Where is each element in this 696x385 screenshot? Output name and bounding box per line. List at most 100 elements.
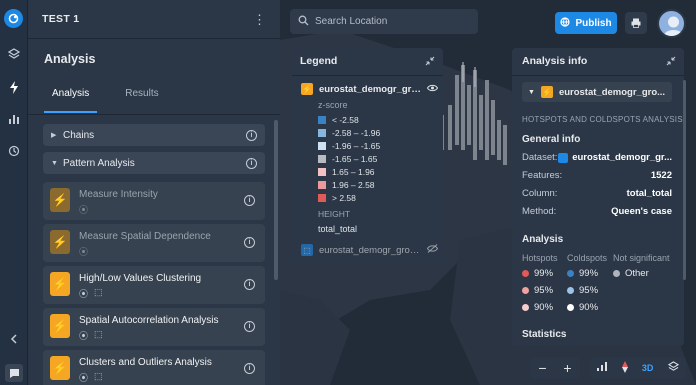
more-menu-icon[interactable]: ⋮ [253,13,266,26]
dataset-icon [558,152,569,163]
point-icon: ⦿ [79,331,89,341]
legend-swatch [318,142,326,150]
hotspot-level: 95% [522,285,553,296]
coldspot-level: 95% [567,285,598,296]
info-divider [512,75,684,76]
eye-icon[interactable] [426,84,439,95]
coldspot-level: 90% [567,302,598,313]
zoom-out-button[interactable]: − [538,360,546,376]
info-scrollbar[interactable] [683,80,686,280]
bolt-icon: ⚡ [50,230,70,254]
polygon-icon: ⬚ [94,329,103,339]
analysis-card-measure-intensity[interactable]: ⚡ Measure Intensity ⦿ i [43,182,265,220]
legend-item-label: < -2.58 [332,115,359,125]
bolt-icon: ⚡ [50,314,70,338]
analysis-bolt-icon[interactable] [6,79,22,95]
legend-item: -1.65 – 1.65 [318,154,377,164]
analysis-title: Measure Intensity [79,189,158,200]
height-value: total_total [318,224,358,234]
polygon-layer-icon: ⬚ [301,244,313,256]
info-icon[interactable]: i [246,129,257,141]
analysis-panel: TEST 1 ⋮ Analysis Analysis Results ▶ Cha… [28,0,280,385]
legend-item-label: -1.65 – 1.65 [332,154,378,164]
chat-icon[interactable] [5,364,23,382]
layers-icon[interactable] [667,361,679,375]
history-icon[interactable] [6,143,22,159]
coldspot-level-label: 99% [579,268,599,279]
legend-title: Legend [300,55,338,67]
user-avatar[interactable] [657,9,686,38]
chevron-right-icon: ▶ [51,132,57,139]
section-label: Pattern Analysis [63,157,135,169]
info-icon[interactable]: i [244,279,255,290]
info-icon[interactable]: i [244,195,255,206]
collapse-icon[interactable] [425,56,435,69]
panel-scrollbar[interactable] [274,120,278,280]
legend-item: -1.96 – -1.65 [318,141,380,151]
legend-swatch [318,181,326,189]
project-title: TEST 1 [42,13,80,25]
zoom-in-button[interactable]: + [563,360,571,376]
publish-button[interactable]: Publish [555,12,617,34]
bolt-icon: ⚡ [540,86,553,98]
status-dot [567,270,574,277]
analysis-card-high-low-clustering[interactable]: ⚡ High/Low Values Clustering ⦿ ⬚ i [43,266,265,304]
analysis-title: Spatial Autocorrelation Analysis [79,315,219,326]
widgets-chart-icon[interactable] [6,111,22,127]
search-box[interactable]: Search Location [290,9,478,34]
layers-icon[interactable] [6,46,22,62]
analysis-info-panel: Analysis info ▼ ⚡ eurostat_demogr_gro...… [512,48,684,346]
features-key: Features: [522,170,563,181]
info-icon[interactable]: i [246,157,257,169]
column-key: Column: [522,188,558,199]
tab-results[interactable]: Results [117,88,166,113]
icon-rail [0,0,28,385]
hotspots-header: Hotspots [522,253,558,263]
layer-name: eurostat_demogr_grou... [319,244,421,256]
legend-panel: Legend ⚡ eurostat_demogr_grou... z-score… [292,48,443,266]
section-chains[interactable]: ▶ Chains i [43,124,265,146]
point-icon: ⦿ [79,247,89,257]
legend-item-label: > 2.58 [332,193,356,203]
legend-layer-hidden[interactable]: ⬚ eurostat_demogr_grou... [301,244,439,256]
status-dot [613,270,620,277]
analysis-card-measure-spatial-dependence[interactable]: ⚡ Measure Spatial Dependence ⦿ i [43,224,265,262]
panel-heading: Analysis [44,52,96,66]
status-dot [522,287,529,294]
legend-item: < -2.58 [318,115,359,125]
3d-toggle[interactable]: 3D [642,363,654,373]
layer-select[interactable]: ▼ ⚡ eurostat_demogr_gro... [522,82,672,102]
eye-off-icon[interactable] [426,244,439,256]
info-icon[interactable]: i [244,321,255,332]
compass-icon[interactable] [621,360,628,376]
hotspot-level: 99% [522,268,553,279]
panel-tabs: Analysis Results [44,88,167,113]
collapse-icon[interactable] [666,56,676,69]
search-input[interactable]: Search Location [315,16,387,27]
legend-item: -2.58 – -1.96 [318,128,380,138]
legend-item: 1.96 – 2.58 [318,180,375,190]
signal-bars-icon[interactable] [597,362,608,374]
coldspot-level-label: 95% [579,285,599,296]
method-value: Queen's case [611,206,672,217]
legend-item-label: 1.96 – 2.58 [332,180,375,190]
app-logo[interactable] [4,9,23,28]
polygon-icon: ⬚ [94,371,103,381]
legend-swatch [318,194,326,202]
hotspot-level-label: 99% [534,268,554,279]
print-button[interactable] [625,12,647,34]
search-icon [298,15,309,29]
not-significant-level: Other [613,268,649,279]
hotspot-level-label: 95% [534,285,554,296]
hotspot-level: 90% [522,302,553,313]
section-pattern-analysis[interactable]: ▼ Pattern Analysis i [43,152,265,174]
info-icon[interactable]: i [244,237,255,248]
info-icon[interactable]: i [244,363,255,374]
point-icon: ⦿ [79,289,89,299]
analysis-card-clusters-outliers[interactable]: ⚡ Clusters and Outliers Analysis ⦿ ⬚ i [43,350,265,385]
zoom-controls: − + [530,357,580,379]
tab-analysis[interactable]: Analysis [44,88,98,113]
analysis-card-spatial-autocorrelation[interactable]: ⚡ Spatial Autocorrelation Analysis ⦿ ⬚ i [43,308,265,346]
legend-layer[interactable]: ⚡ eurostat_demogr_grou... [301,83,439,95]
collapse-chevron-icon[interactable] [6,331,22,347]
